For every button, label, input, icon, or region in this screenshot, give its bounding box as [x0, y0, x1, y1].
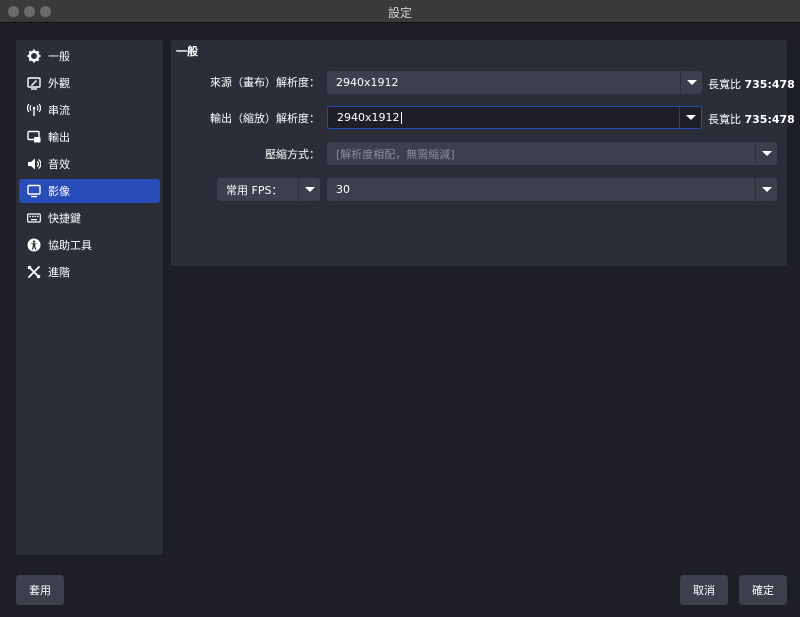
- settings-sidebar: 一般 外觀 串流 輸出 音效 影像 快捷鍵 協助工具 進階: [16, 40, 163, 555]
- sidebar-item-audio[interactable]: 音效: [19, 152, 160, 176]
- downscale-filter-value: [解析度相配，無需縮減]: [336, 147, 455, 161]
- title-bar: 設定: [0, 0, 800, 23]
- gear-icon: [27, 49, 41, 63]
- chevron-down-icon[interactable]: [298, 178, 320, 201]
- fps-type-combo[interactable]: 常用 FPS：: [217, 178, 320, 201]
- stream-antenna-icon: [27, 103, 41, 117]
- text-caret: [400, 112, 402, 124]
- output-resolution-combo[interactable]: 2940x1912: [327, 106, 702, 129]
- sidebar-item-label: 協助工具: [48, 239, 92, 252]
- sidebar-item-label: 輸出: [48, 131, 70, 144]
- base-resolution-combo[interactable]: 2940x1912: [327, 71, 702, 94]
- sidebar-item-advanced[interactable]: 進階: [19, 260, 160, 284]
- apply-button[interactable]: 套用: [16, 575, 64, 605]
- sidebar-item-stream[interactable]: 串流: [19, 98, 160, 122]
- base-resolution-value: 2940x1912: [336, 76, 399, 89]
- sidebar-item-general[interactable]: 一般: [19, 44, 160, 68]
- ok-button[interactable]: 確定: [739, 575, 787, 605]
- sidebar-item-label: 外觀: [48, 77, 70, 90]
- sidebar-item-label: 一般: [48, 50, 70, 63]
- sidebar-item-label: 音效: [48, 158, 70, 171]
- sidebar-item-hotkeys[interactable]: 快捷鍵: [19, 206, 160, 230]
- fps-value: 30: [336, 183, 350, 196]
- sidebar-item-label: 進階: [48, 266, 70, 279]
- monitor-icon: [27, 184, 41, 198]
- downscale-filter-combo[interactable]: [解析度相配，無需縮減]: [327, 142, 777, 165]
- fps-type-value: 常用 FPS：: [226, 183, 283, 197]
- fps-value-combo[interactable]: 30: [327, 178, 777, 201]
- video-settings-panel: 一般 來源（畫布）解析度： 2940x1912 長寬比 735:478 輸出（縮…: [171, 40, 795, 266]
- cancel-button[interactable]: 取消: [680, 575, 728, 605]
- accessibility-icon: [27, 238, 41, 252]
- tools-icon: [27, 265, 41, 279]
- output-resolution-label: 輸出（縮放）解析度：: [210, 112, 320, 125]
- section-title: 一般: [176, 45, 198, 58]
- sidebar-item-label: 串流: [48, 104, 70, 117]
- sidebar-item-appearance[interactable]: 外觀: [19, 71, 160, 95]
- sidebar-item-accessibility[interactable]: 協助工具: [19, 233, 160, 257]
- sidebar-item-label: 快捷鍵: [48, 212, 81, 225]
- chevron-down-icon[interactable]: [755, 142, 777, 165]
- output-aspect-ratio: 長寬比 735:478: [708, 113, 795, 126]
- base-resolution-label: 來源（畫布）解析度：: [210, 76, 320, 89]
- appearance-icon: [27, 76, 41, 90]
- chevron-down-icon[interactable]: [679, 107, 701, 128]
- chevron-down-icon[interactable]: [755, 178, 777, 201]
- chevron-down-icon[interactable]: [680, 71, 702, 94]
- base-aspect-ratio: 長寬比 735:478: [708, 78, 795, 91]
- downscale-filter-label: 壓縮方式：: [265, 148, 320, 161]
- window-title: 設定: [387, 6, 412, 20]
- speaker-icon: [27, 157, 41, 171]
- output-resolution-input[interactable]: 2940x1912: [328, 111, 679, 124]
- output-icon: [27, 130, 41, 144]
- keyboard-icon: [27, 211, 41, 225]
- sidebar-item-output[interactable]: 輸出: [19, 125, 160, 149]
- sidebar-item-video[interactable]: 影像: [19, 179, 160, 203]
- sidebar-item-label: 影像: [48, 185, 70, 198]
